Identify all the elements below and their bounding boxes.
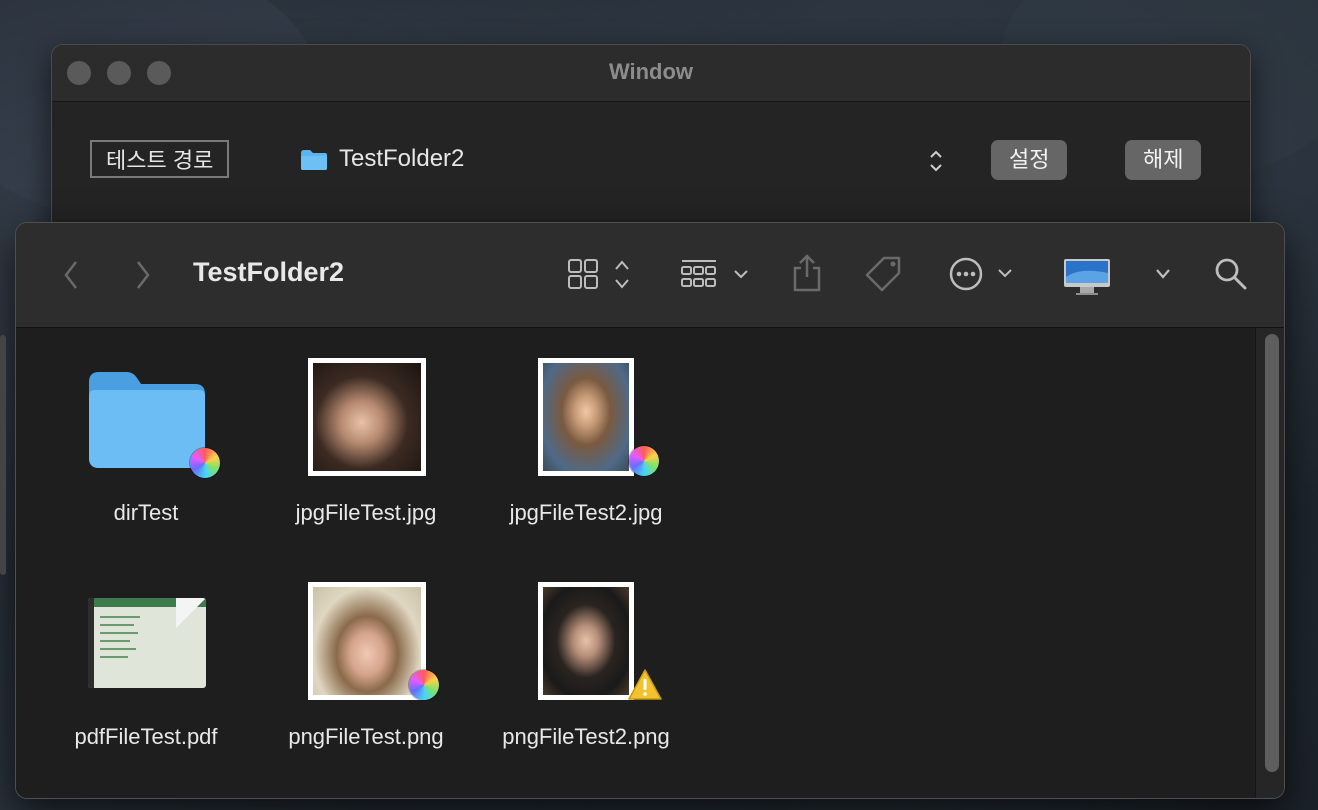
clear-button[interactable]: 해제	[1125, 140, 1202, 180]
back-window-titlebar: Window	[52, 45, 1250, 102]
icon-view-grid-icon[interactable]	[567, 257, 635, 293]
file-name: dirTest	[113, 500, 179, 525]
scrollbar-thumb[interactable]	[1265, 334, 1279, 772]
file-grid: dirTest jpgFileTest.jpg jpgFileTest2.jpg	[16, 328, 1284, 798]
left-window-edge	[0, 335, 6, 575]
file-name: jpgFileTest2.jpg	[509, 500, 663, 525]
vertical-scrollbar[interactable]	[1255, 328, 1284, 798]
more-ellipsis-icon[interactable]	[948, 256, 1018, 292]
finder-title: TestFolder2	[193, 257, 345, 287]
chevron-down-icon[interactable]	[1154, 267, 1172, 281]
file-item-dirTest[interactable]: dirTest	[51, 328, 241, 548]
file-item-pngFileTest[interactable]: pngFileTest.png	[271, 558, 461, 778]
file-name: pngFileTest2.png	[502, 724, 670, 749]
color-profile-badge-icon	[190, 448, 220, 478]
file-name: pngFileTest.png	[288, 724, 444, 749]
up-down-chevron-icon[interactable]	[928, 148, 944, 175]
group-by-grid-icon[interactable]	[680, 257, 752, 293]
path-label: 테스트 경로	[90, 140, 230, 178]
image-thumbnail	[538, 582, 634, 700]
file-item-pdfFileTest[interactable]: pdfFileTest.pdf	[51, 558, 241, 778]
image-thumbnail	[538, 358, 634, 476]
share-icon[interactable]	[790, 253, 824, 293]
color-profile-badge-icon	[629, 446, 659, 476]
tag-icon[interactable]	[864, 255, 904, 293]
image-thumbnail	[308, 358, 426, 476]
path-value: TestFolder2	[339, 145, 465, 172]
color-profile-badge-icon	[409, 670, 439, 700]
window-title: Window	[608, 59, 694, 84]
forward-chevron-icon[interactable]	[134, 259, 152, 291]
folder-icon	[301, 150, 327, 170]
folder-icon	[89, 372, 205, 468]
back-window: Window 테스트 경로 TestFolder2 설정 해제	[51, 44, 1251, 246]
file-name: jpgFileTest.jpg	[295, 500, 437, 525]
file-item-pngFileTest2[interactable]: pngFileTest2.png	[491, 558, 681, 778]
warning-icon	[628, 669, 662, 700]
file-item-jpgFileTest[interactable]: jpgFileTest.jpg	[271, 328, 461, 548]
search-icon[interactable]	[1214, 257, 1248, 291]
file-item-jpgFileTest2[interactable]: jpgFileTest2.jpg	[491, 328, 681, 548]
file-name: pdfFileTest.pdf	[74, 724, 218, 749]
computer-imac-icon[interactable]	[1062, 257, 1112, 297]
finder-toolbar: TestFolder2	[16, 223, 1284, 328]
finder-window: TestFolder2 dirTest jpgFileTest.jpg jpgF…	[15, 222, 1285, 799]
back-chevron-icon[interactable]	[62, 259, 80, 291]
pdf-thumbnail	[88, 598, 206, 688]
set-button[interactable]: 설정	[991, 140, 1068, 180]
